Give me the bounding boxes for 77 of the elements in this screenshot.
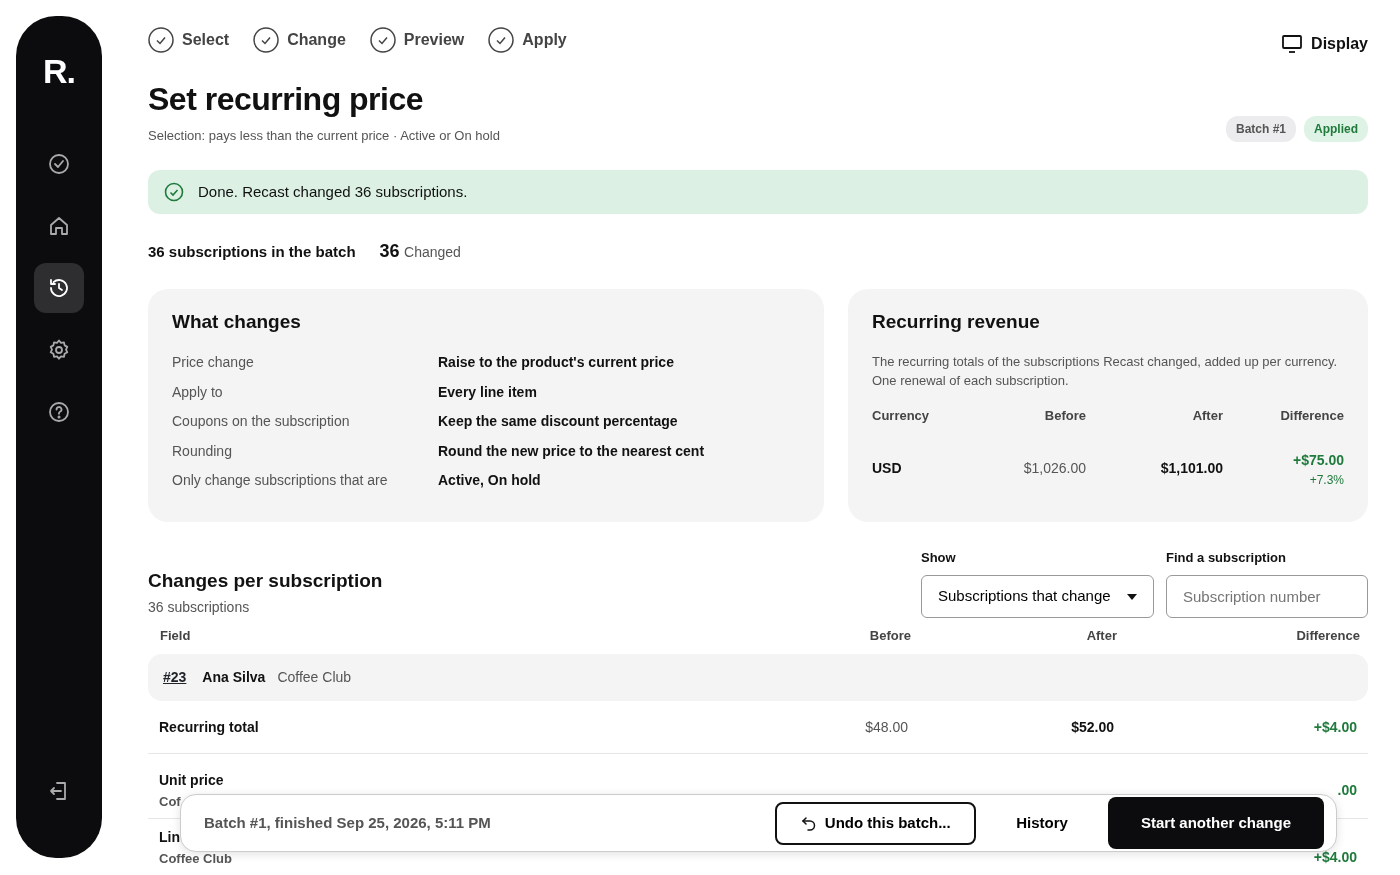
panel-title: What changes: [172, 311, 302, 335]
panel-title: Recurring revenue: [872, 311, 1041, 335]
percent-change: +7.3%: [1309, 471, 1344, 489]
column-header: Difference: [1295, 627, 1360, 646]
monitor-icon: [1281, 34, 1304, 54]
column-header: Before: [868, 627, 911, 646]
display-button[interactable]: Display: [1281, 32, 1368, 56]
product-name: Coffee Club: [159, 850, 233, 869]
step[interactable]: Apply: [488, 27, 567, 53]
step[interactable]: Preview: [369, 27, 465, 53]
after-cell: $52.00: [1071, 718, 1114, 735]
undo-button[interactable]: Undo this batch...: [775, 801, 977, 845]
before-cell-text: $1,026.00: [1022, 458, 1086, 478]
product-name: Cof: [159, 792, 182, 811]
check-circle-icon: [488, 27, 515, 53]
check-circle-icon: [369, 27, 396, 53]
help-icon: [47, 400, 71, 424]
setting-value: Every line item: [438, 382, 537, 402]
field-label: Show: [921, 548, 957, 567]
column-header: Currency: [872, 407, 931, 426]
home-icon: [47, 214, 71, 238]
field-name: Unit price: [159, 770, 224, 790]
setting-value: Keep the same discount percentage: [438, 412, 678, 432]
step[interactable]: Select: [148, 27, 230, 53]
changed-count: 36: [379, 241, 400, 262]
setting-label: Apply to: [172, 382, 224, 402]
setting-value: Round the new price to the nearest cent: [438, 441, 705, 461]
caret-icon: [1127, 593, 1137, 600]
history-icon: [47, 276, 71, 300]
setting-label: Rounding: [172, 441, 233, 461]
section-title: Changes per subscription: [148, 570, 384, 594]
subscription-count: 36 subscriptions: [148, 598, 251, 618]
settings-icon: [47, 338, 71, 362]
sidebar-item[interactable]: [34, 263, 84, 313]
history-button[interactable]: History: [984, 803, 1100, 843]
setting-label: Coupons on the subscription: [172, 412, 351, 432]
field-name: Lin: [159, 828, 180, 848]
batch-count: 36 subscriptions in the batch: [148, 242, 356, 263]
show-dropdown[interactable]: Subscriptions that change: [921, 575, 1154, 619]
logo: R.: [43, 51, 75, 92]
check-circle-icon: [148, 27, 174, 53]
difference-cell-text: +$75.00: [1293, 450, 1344, 470]
status-badge: Batch #1: [1225, 115, 1296, 142]
column-header: Difference: [1279, 407, 1344, 426]
column-header: After: [1085, 627, 1117, 646]
column-header: Before: [1043, 407, 1086, 426]
search-field[interactable]: Subscription number: [1166, 575, 1368, 619]
batch-finished-text: Batch #1, finished Sep 25, 2026, 5:11 PM: [204, 812, 492, 833]
subscription-link[interactable]: #23: [163, 666, 187, 688]
difference-cell: +$4.00: [1313, 718, 1357, 735]
setting-value: Active, On hold: [438, 471, 541, 491]
after-cell-text: $1,101.00: [1159, 458, 1223, 478]
status-badge: Applied: [1304, 115, 1368, 142]
difference-cell: .00: [1337, 781, 1357, 798]
undo-icon: [800, 815, 817, 831]
check-circle-icon: [164, 182, 184, 203]
setting-label: Price change: [172, 353, 255, 373]
before-cell: $48.00: [865, 718, 908, 735]
setting-value: Raise to the product's current price: [438, 353, 674, 373]
column-header: Field: [159, 627, 192, 646]
customer-name: Ana Silva: [202, 667, 266, 687]
alert-text: Done. Recast changed 36 subscriptions.: [198, 181, 468, 202]
currency-cell-text: USD: [872, 458, 903, 478]
difference-cell: +$4.00: [1313, 848, 1357, 865]
check-circle-icon: [253, 27, 280, 53]
start-change-button[interactable]: Start another change: [1107, 796, 1324, 850]
check-circle-icon: [47, 152, 71, 176]
revenue-description: The recurring totals of the subscriptions Recast changed, added up per currency. One renewal of each subscription.: [872, 353, 1339, 391]
setting-label: Only change subscriptions that are: [172, 471, 389, 491]
product-name: Coffee Club: [277, 667, 352, 687]
selection-text: Selection: pays less than the current price · Active or On hold: [148, 127, 501, 146]
column-header: After: [1191, 407, 1223, 426]
changed-label: Changed: [404, 244, 461, 261]
step[interactable]: Change: [253, 27, 346, 53]
field-name: Recurring total: [159, 717, 259, 737]
field-label: Find a subscription: [1166, 548, 1287, 567]
page-title: Set recurring price: [148, 80, 425, 119]
